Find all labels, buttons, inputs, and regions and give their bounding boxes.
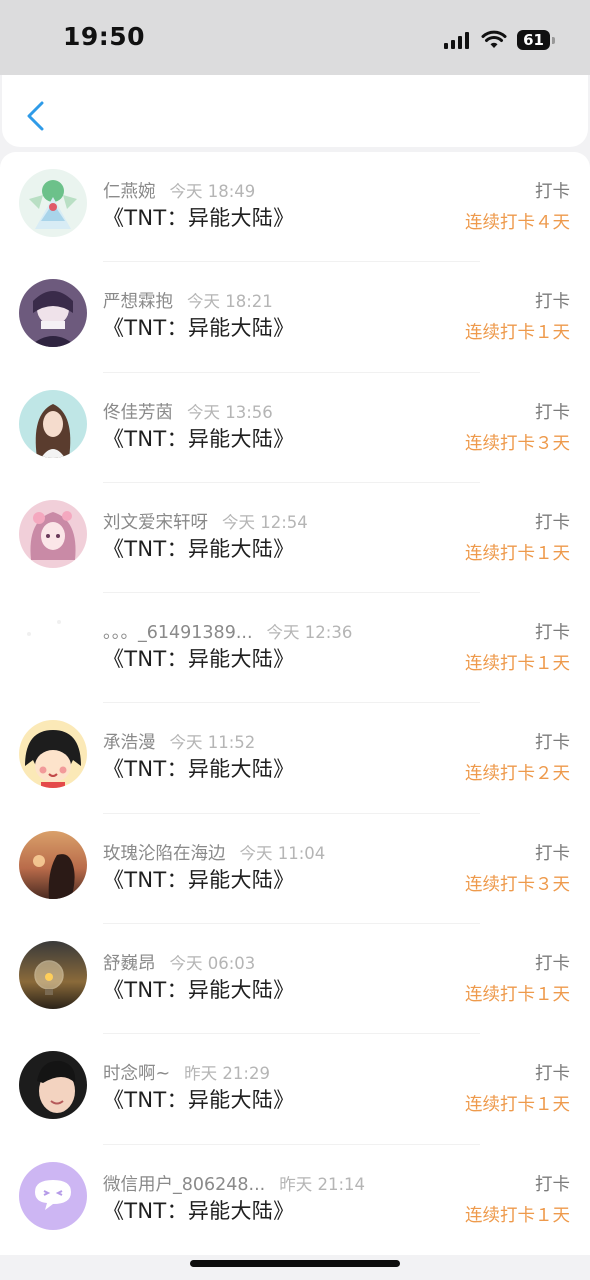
user-name[interactable]: 舒巍昂: [103, 954, 156, 974]
user-name[interactable]: 严想霖抱: [103, 292, 173, 312]
checkin-time: 今天 18:21: [187, 292, 273, 312]
book-title[interactable]: 《TNT：异能大陆》: [103, 753, 294, 783]
checkin-list: 仁燕婉 今天 18:49 《TNT：异能大陆》 打卡 连续打卡４天 严想霖抱 今天 …: [0, 152, 590, 1255]
streak-label: 连续打卡１天: [465, 985, 570, 1006]
checkin-label: 打卡: [535, 182, 570, 202]
user-name[interactable]: 玫瑰沦陷在海边: [103, 844, 226, 864]
book-title[interactable]: 《TNT：异能大陆》: [103, 643, 294, 673]
checkin-label: 打卡: [535, 1064, 570, 1085]
signal-icon: [444, 31, 469, 49]
user-name[interactable]: 微信用户_806248...: [103, 1175, 265, 1195]
streak-label: 连续打卡１天: [465, 1095, 570, 1116]
status-icons: 61: [444, 27, 555, 53]
list-item[interactable]: 玫瑰沦陷在海边 今天 11:04 《TNT：异能大陆》 打卡 连续打卡３天: [0, 814, 590, 925]
checkin-label: 打卡: [535, 402, 570, 423]
user-line: 时念啊~ 昨天 21:29: [103, 1060, 480, 1085]
avatar[interactable]: [19, 169, 87, 237]
user-line: 佟佳芳茵 今天 13:56: [103, 399, 480, 424]
chevron-left-icon[interactable]: [22, 99, 48, 133]
book-title[interactable]: 《TNT：异能大陆》: [103, 423, 294, 453]
book-title[interactable]: 《TNT：异能大陆》: [103, 202, 294, 232]
streak-label: 连续打卡３天: [465, 433, 570, 454]
checkin-label: 打卡: [535, 733, 570, 754]
checkin-label: 打卡: [535, 954, 570, 975]
user-name[interactable]: 佟佳芳茵: [103, 403, 173, 423]
streak-label: 连续打卡１天: [465, 654, 570, 675]
avatar[interactable]: [19, 389, 87, 458]
checkin-label: 打卡: [535, 623, 570, 644]
user-line: 严想霖抱 今天 18:21: [103, 288, 480, 313]
checkin-time: 昨天 21:14: [279, 1174, 366, 1194]
list-item[interactable]: 仁燕婉 今天 18:49 《TNT：异能大陆》 打卡 连续打卡４天: [0, 152, 590, 263]
list-item[interactable]: 。。。_61491389... 今天 12:36 《TNT：异能大陆》 打卡 连续…: [0, 593, 590, 704]
avatar[interactable]: [19, 830, 87, 899]
avatar[interactable]: [19, 1051, 87, 1120]
streak-label: 连续打卡１天: [465, 323, 570, 344]
list-item[interactable]: 舒巍昂 今天 06:03 《TNT：异能大陆》 打卡 连续打卡１天: [0, 924, 590, 1035]
user-name[interactable]: 刘文爱宋轩呀: [103, 513, 208, 533]
streak-label: 连续打卡１天: [465, 1205, 570, 1226]
user-line: 仁燕婉 今天 18:49: [103, 178, 480, 203]
list-item[interactable]: 微信用户_806248... 昨天 21:14 《TNT：异能大陆》 打卡 连续打…: [0, 1145, 590, 1255]
avatar[interactable]: [19, 499, 87, 568]
book-title[interactable]: 《TNT：异能大陆》: [103, 974, 294, 1004]
avatar[interactable]: [19, 1161, 87, 1230]
user-line: 舒巍昂 今天 06:03: [103, 950, 480, 975]
checkin-time: 今天 11:52: [169, 733, 256, 753]
user-name[interactable]: 时念啊~: [103, 1064, 170, 1084]
nav-bar: [2, 75, 588, 147]
list-item[interactable]: 严想霖抱 今天 18:21 《TNT：异能大陆》 打卡 连续打卡１天: [0, 262, 590, 373]
list-item[interactable]: 时念啊~ 昨天 21:29 《TNT：异能大陆》 打卡 连续打卡１天: [0, 1034, 590, 1145]
list-item[interactable]: 佟佳芳茵 今天 13:56 《TNT：异能大陆》 打卡 连续打卡３天: [0, 373, 590, 483]
book-title[interactable]: 《TNT：异能大陆》: [103, 312, 294, 342]
home-indicator[interactable]: [190, 1260, 400, 1267]
status-bar: 19:50 61: [0, 0, 590, 75]
avatar[interactable]: [19, 941, 87, 1010]
user-line: 承浩漫 今天 11:52: [103, 729, 480, 754]
avatar[interactable]: [19, 610, 87, 679]
checkin-time: 今天 12:54: [222, 512, 308, 532]
user-name[interactable]: 仁燕婉: [103, 182, 156, 202]
user-line: 微信用户_806248... 昨天 21:14: [103, 1171, 480, 1196]
streak-label: 连续打卡１天: [465, 543, 570, 564]
user-line: 刘文爱宋轩呀 今天 12:54: [103, 509, 480, 534]
avatar[interactable]: [19, 720, 87, 789]
book-title[interactable]: 《TNT：异能大陆》: [103, 1084, 294, 1114]
checkin-time: 今天 11:04: [239, 843, 326, 863]
checkin-label: 打卡: [535, 843, 570, 864]
checkin-time: 今天 18:49: [169, 182, 256, 201]
checkin-label: 打卡: [535, 292, 570, 313]
list-item[interactable]: 承浩漫 今天 11:52 《TNT：异能大陆》 打卡 连续打卡２天: [0, 703, 590, 814]
checkin-time: 今天 06:03: [169, 954, 256, 974]
checkin-label: 打卡: [535, 1174, 570, 1195]
avatar[interactable]: [19, 279, 87, 348]
streak-label: 连续打卡３天: [465, 874, 570, 895]
book-title[interactable]: 《TNT：异能大陆》: [103, 864, 294, 894]
book-title[interactable]: 《TNT：异能大陆》: [103, 533, 294, 563]
checkin-time: 昨天 21:29: [184, 1064, 270, 1084]
user-name[interactable]: 。。。_61491389...: [103, 623, 253, 643]
book-title[interactable]: 《TNT：异能大陆》: [103, 1195, 294, 1225]
battery-icon: 61: [517, 30, 555, 50]
checkin-time: 今天 12:36: [266, 623, 353, 643]
user-name[interactable]: 承浩漫: [103, 733, 156, 753]
streak-label: 连续打卡４天: [465, 213, 570, 233]
status-time: 19:50: [63, 22, 146, 51]
user-line: 。。。_61491389... 今天 12:36: [103, 619, 480, 644]
checkin-label: 打卡: [535, 512, 570, 533]
wifi-icon: [481, 30, 507, 48]
list-item[interactable]: 刘文爱宋轩呀 今天 12:54 《TNT：异能大陆》 打卡 连续打卡１天: [0, 483, 590, 594]
checkin-time: 今天 13:56: [187, 402, 273, 422]
user-line: 玫瑰沦陷在海边 今天 11:04: [103, 840, 480, 865]
streak-label: 连续打卡２天: [465, 764, 570, 785]
